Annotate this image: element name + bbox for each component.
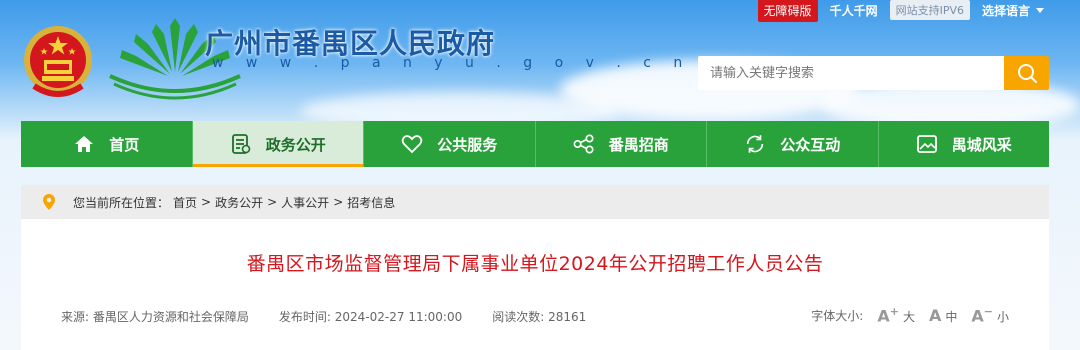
article-views: 阅读次数: 28161 xyxy=(492,308,586,325)
nav-item-city-style[interactable]: 禺城风采 xyxy=(878,121,1049,167)
nav-item-label: 公众互动 xyxy=(780,135,841,154)
breadcrumb-item-government-affairs[interactable]: 政务公开 xyxy=(215,194,263,211)
article-title: 番禺区市场监督管理局下属事业单位2024年公开招聘工作人员公告 xyxy=(246,253,824,275)
font-size-large-button[interactable]: A+ 大 xyxy=(877,305,915,325)
breadcrumb-item-personnel[interactable]: 人事公开 xyxy=(281,194,329,211)
main-nav: 首页 政务公开 公共服务 番禺招商 公众互动 禺城风采 xyxy=(21,121,1049,167)
views-label: 阅读次数: xyxy=(492,310,545,324)
breadcrumb: 您当前所在位置： 首页 > 政务公开 > 人事公开 > 招考信息 xyxy=(21,185,1049,219)
views-value: 28161 xyxy=(548,310,587,324)
date-label: 发布时间: xyxy=(278,310,331,324)
chevron-down-icon xyxy=(1036,7,1044,13)
nav-item-label: 首页 xyxy=(109,135,140,154)
nav-item-home[interactable]: 首页 xyxy=(21,121,193,167)
site-url: w w w . p a n y u . g o v . c n xyxy=(212,55,692,71)
breadcrumb-separator: > xyxy=(333,195,344,209)
network-icon xyxy=(573,133,595,155)
font-size-label: 字体大小: xyxy=(811,308,864,323)
qianren-link[interactable]: 千人千网 xyxy=(830,2,878,19)
search-bar xyxy=(698,56,1049,90)
home-icon xyxy=(73,133,95,155)
picture-icon xyxy=(916,133,938,155)
breadcrumb-separator: > xyxy=(201,195,212,209)
top-links-bar: 无障碍版 千人千网 网站支持IPV6 选择语言 xyxy=(757,0,1044,22)
ipv6-badge: 网站支持IPV6 xyxy=(889,0,970,20)
search-icon xyxy=(1017,64,1037,84)
search-button[interactable] xyxy=(1004,56,1049,90)
language-selector[interactable]: 选择语言 xyxy=(982,2,1044,19)
font-size-medium-button[interactable]: A 中 xyxy=(929,306,957,325)
article-meta: 来源: 番禺区人力资源和社会保障局 发布时间: 2024-02-27 11:00… xyxy=(61,308,586,325)
article-content: 番禺区市场监督管理局下属事业单位2024年公开招聘工作人员公告 来源: 番禺区人… xyxy=(21,219,1049,350)
font-decrease-icon: A− xyxy=(971,305,993,326)
source-label: 来源: xyxy=(61,310,90,324)
breadcrumb-prefix: 您当前所在位置： xyxy=(73,195,170,210)
breadcrumb-item-home[interactable]: 首页 xyxy=(173,194,197,211)
font-normal-icon: A xyxy=(928,305,942,325)
font-size-small-button[interactable]: A− 小 xyxy=(971,305,1009,325)
nav-item-investment[interactable]: 番禺招商 xyxy=(535,121,707,167)
nav-item-label: 番禺招商 xyxy=(608,135,669,154)
search-input[interactable] xyxy=(698,56,1004,90)
site-header: 广州市番禺区人民政府 w w w . p a n y u . g o v . c… xyxy=(0,0,1080,120)
font-size-small-label: 小 xyxy=(996,310,1009,325)
font-size-medium-label: 中 xyxy=(945,309,958,324)
accessibility-link[interactable]: 无障碍版 xyxy=(757,0,818,22)
font-size-controls: 字体大小: A+ 大 A 中 A− 小 xyxy=(811,305,1009,325)
nav-item-label: 公共服务 xyxy=(437,135,498,154)
breadcrumb-item-recruitment[interactable]: 招考信息 xyxy=(347,194,395,211)
nav-item-public-service[interactable]: 公共服务 xyxy=(364,121,536,167)
national-emblem-icon xyxy=(24,26,92,97)
breadcrumb-separator: > xyxy=(267,195,278,209)
article-source: 来源: 番禺区人力资源和社会保障局 xyxy=(61,308,249,325)
nav-item-label: 政务公开 xyxy=(265,135,326,154)
date-value: 2024-02-27 11:00:00 xyxy=(334,310,463,324)
location-pin-icon xyxy=(43,194,55,210)
language-label: 选择语言 xyxy=(981,3,1030,18)
nav-item-government-affairs[interactable]: 政务公开 xyxy=(192,121,364,167)
article-date: 发布时间: 2024-02-27 11:00:00 xyxy=(279,308,462,325)
refresh-icon xyxy=(744,133,766,155)
nav-item-public-interaction[interactable]: 公众互动 xyxy=(707,121,879,167)
nav-item-label: 禺城风采 xyxy=(951,135,1012,154)
font-increase-icon: A+ xyxy=(877,305,899,326)
font-size-large-label: 大 xyxy=(902,310,915,325)
heart-icon xyxy=(401,133,423,155)
source-value: 番禺区人力资源和社会保障局 xyxy=(92,310,249,324)
document-icon xyxy=(230,133,252,155)
